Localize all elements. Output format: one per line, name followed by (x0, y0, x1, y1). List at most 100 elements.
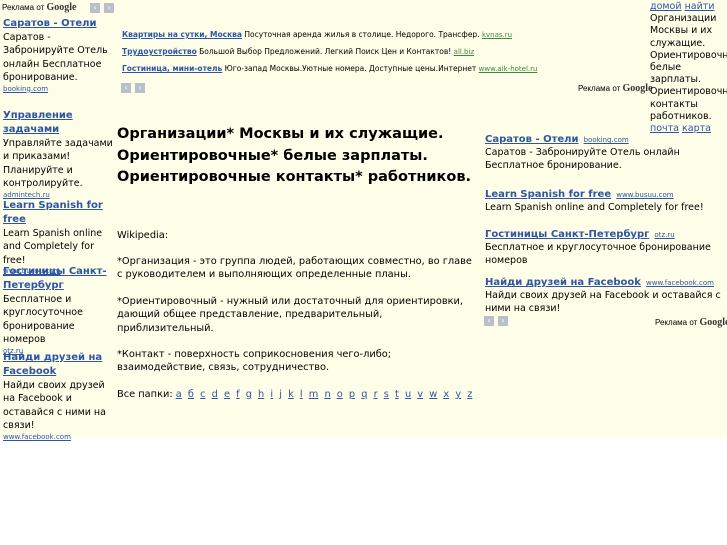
right-ad-url[interactable]: booking.com (584, 136, 629, 144)
letter-link[interactable]: i (270, 389, 273, 400)
left-ad-title[interactable]: Найди друзей на Facebook (3, 351, 113, 379)
top-ad-title[interactable]: Гостиница, мини-отель (122, 64, 222, 73)
definition-contact: *Контакт - поверхность соприкосновения ч… (117, 348, 392, 374)
letter-link[interactable]: w (429, 389, 437, 400)
letter-link[interactable]: m (309, 389, 319, 400)
left-ad: Learn Spanish for free Learn Spanish onl… (3, 199, 113, 275)
letter-links: а б с d е f g h i j k l m n o p q r s t … (176, 389, 476, 400)
right-ad-url[interactable]: otz.ru (654, 231, 674, 239)
prev-arrow-icon[interactable]: ‹ (484, 316, 494, 326)
google-logo: Google (622, 83, 653, 94)
letter-link[interactable]: q (361, 389, 367, 400)
home-link[interactable]: домой (650, 1, 682, 12)
left-ad-column: Саратов - Отели Саратов - Забронируйте О… (3, 17, 113, 442)
top-ad-url[interactable]: www.aik-hotel.ru (479, 65, 538, 73)
right-ad: Learn Spanish for free www.busuu.com Lea… (485, 182, 725, 222)
site-menu: домой найти Организации Москвы и их служ… (650, 1, 727, 135)
letter-link[interactable]: б (188, 389, 194, 400)
letter-link[interactable]: s (384, 389, 389, 400)
letter-link[interactable]: с (200, 389, 205, 400)
next-arrow-icon[interactable]: › (135, 83, 145, 93)
top-ad-block: Квартиры на сутки, Москва Посуточная аре… (122, 30, 572, 81)
left-ad-text: Learn Spanish online and Completely for … (3, 228, 103, 266)
left-ad-title[interactable]: Саратов - Отели (3, 17, 113, 31)
folder-index: Все папки: а б с d е f g h i j k l m n o… (117, 388, 477, 401)
definition-approximate: *Ориентировочный - нужный или достаточны… (117, 295, 463, 334)
top-ad-url[interactable]: all.biz (454, 48, 474, 56)
top-ad-url[interactable]: kvnas.ru (482, 31, 512, 39)
letter-link[interactable]: v (417, 389, 423, 400)
right-ad-title[interactable]: Саратов - Отели (485, 134, 579, 145)
right-ad-text: Саратов - Забронируйте Отель онлайн Бесп… (485, 147, 680, 172)
left-ad-text: Найди своих друзей на Facebook и оставай… (3, 380, 106, 432)
letter-link[interactable]: d (212, 389, 218, 400)
right-ad-text: Learn Spanish online and Completely for … (485, 202, 704, 213)
google-logo: Google (699, 317, 727, 328)
letter-link[interactable]: g (246, 389, 252, 400)
letter-link[interactable]: k (288, 389, 294, 400)
letter-link[interactable]: y (455, 389, 461, 400)
letter-link[interactable]: l (300, 389, 303, 400)
next-arrow-icon[interactable]: › (104, 3, 114, 13)
left-ad-text: Управляйте задачами и приказами! Планиру… (3, 138, 113, 190)
letter-link[interactable]: е (224, 389, 230, 400)
right-ad: Найди друзей на Facebook www.facebook.co… (485, 270, 725, 316)
letter-link[interactable]: o (337, 389, 343, 400)
left-ad-text: Бесплатное и круглосуточное бронирование… (3, 294, 83, 346)
ads-by-google-right[interactable]: Реклама от Google (655, 317, 727, 328)
prev-arrow-icon[interactable]: ‹ (90, 3, 100, 13)
top-ad-text: Посуточная аренда жилья в столице. Недор… (244, 30, 480, 39)
left-ad-title[interactable]: Управление задачами (3, 109, 113, 137)
folders-label: Все папки: (117, 388, 173, 400)
left-ad: Найди друзей на Facebook Найди своих дру… (3, 351, 113, 442)
right-ad-text: Бесплатное и круглосуточное бронирование… (485, 242, 711, 267)
left-ad-text: Саратов - Забронируйте Отель онлайн Бесп… (3, 32, 108, 84)
ads-by-google-top[interactable]: Реклама от Google (578, 83, 652, 94)
find-link[interactable]: найти (685, 1, 715, 12)
letter-link[interactable]: j (279, 389, 282, 400)
left-ad-title[interactable]: Гостиницы Санкт-Петербург (3, 265, 113, 293)
wiki-label: Wikipedia: (117, 229, 169, 241)
next-arrow-icon[interactable]: › (498, 316, 508, 326)
left-ad: Гостиницы Санкт-Петербург Бесплатное и к… (3, 265, 113, 355)
top-ad: Трудоустройство Большой Выбор Предложени… (122, 47, 572, 57)
left-ad: Саратов - Отели Саратов - Забронируйте О… (3, 17, 113, 99)
right-ad-title[interactable]: Learn Spanish for free (485, 189, 611, 200)
right-ad-url[interactable]: www.facebook.com (646, 279, 714, 287)
letter-link[interactable]: u (405, 389, 411, 400)
right-ad-url[interactable]: www.busuu.com (616, 191, 673, 199)
left-ad: Управление задачами Управляйте задачами … (3, 109, 113, 199)
definition-organization: *Организация - это группа людей, работаю… (117, 255, 472, 281)
letter-link[interactable]: t (395, 389, 399, 400)
top-ad-text: Большой Выбор Предложений. Легкий Поиск … (199, 47, 452, 56)
top-ad-title[interactable]: Трудоустройство (122, 47, 197, 56)
right-ad: Гостиницы Санкт-Петербург otz.ru Бесплат… (485, 222, 725, 270)
right-ad-title[interactable]: Найди друзей на Facebook (485, 277, 641, 288)
site-description: Организации Москвы и их служащие. Ориент… (650, 13, 727, 122)
right-ad: Саратов - Отели booking.com Саратов - За… (485, 127, 725, 182)
letter-link[interactable]: r (374, 389, 378, 400)
letter-link[interactable]: x (443, 389, 449, 400)
top-ad-text: Юго-запад Москвы.Уютные номера. Доступны… (224, 64, 477, 73)
letter-link[interactable]: f (236, 389, 239, 400)
letter-link[interactable]: а (176, 389, 182, 400)
top-ad-title[interactable]: Квартиры на сутки, Москва (122, 30, 242, 39)
ads-by-google-left[interactable]: Реклама от Google (2, 2, 76, 13)
letter-link[interactable]: z (467, 389, 472, 400)
top-ad: Квартиры на сутки, Москва Посуточная аре… (122, 30, 572, 40)
ads-label: Реклама от (2, 3, 45, 12)
page-title: Организации* Москвы и их служащие. Ориен… (117, 126, 472, 185)
top-ad: Гостиница, мини-отель Юго-запад Москвы.У… (122, 64, 572, 74)
letter-link[interactable]: p (349, 389, 355, 400)
right-ad-title[interactable]: Гостиницы Санкт-Петербург (485, 229, 649, 240)
google-logo: Google (46, 2, 77, 13)
left-ad-title[interactable]: Learn Spanish for free (3, 199, 113, 227)
letter-link[interactable]: h (258, 389, 264, 400)
prev-arrow-icon[interactable]: ‹ (121, 83, 131, 93)
left-ad-url[interactable]: booking.com (3, 85, 113, 94)
ads-label: Реклама от (578, 84, 621, 93)
letter-link[interactable]: n (324, 389, 330, 400)
right-ad-text: Найди своих друзей на Facebook и оставай… (485, 290, 721, 315)
left-ad-url[interactable]: www.facebook.com (3, 433, 113, 442)
main-content: Организации* Москвы и их служащие. Ориен… (117, 124, 477, 401)
